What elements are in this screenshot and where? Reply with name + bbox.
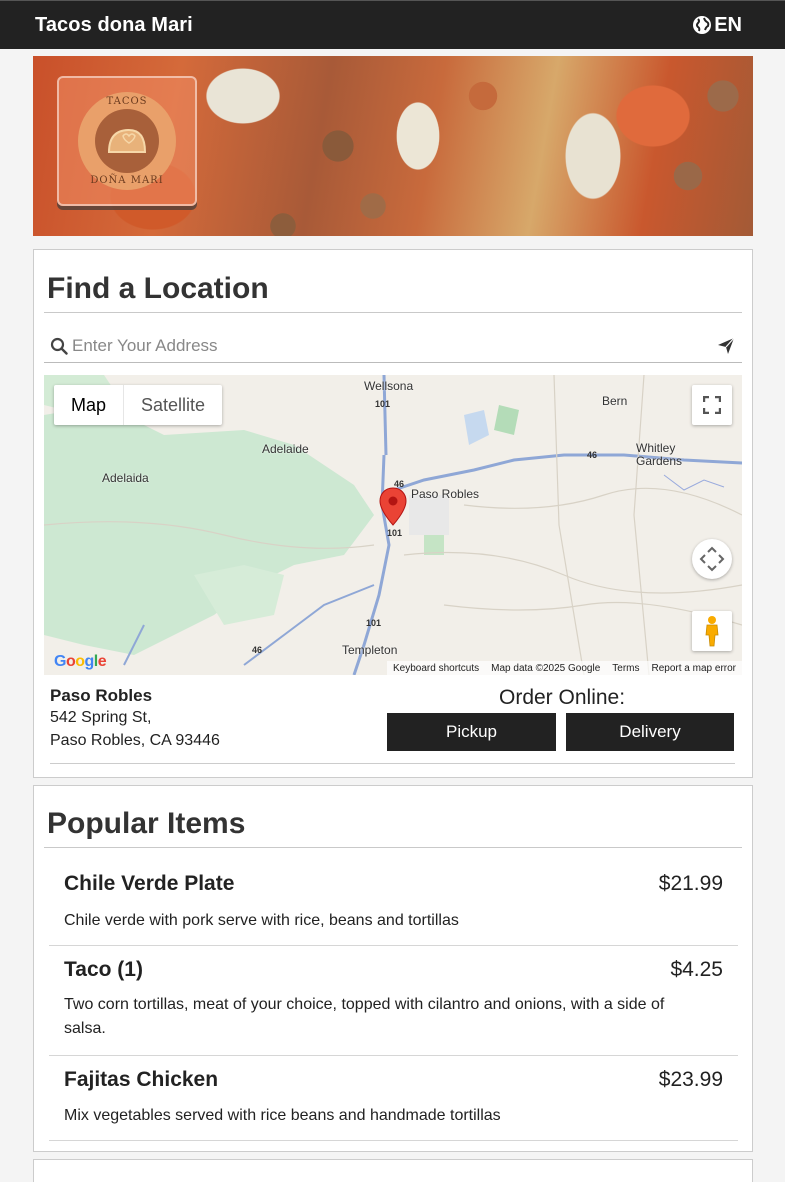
- menu-item-description: Mix vegetables served with rice beans an…: [64, 1107, 501, 1124]
- highway-shield: 101: [366, 618, 382, 628]
- map-attribution-bar: Keyboard shortcuts Map data ©2025 Google…: [386, 661, 742, 675]
- locate-button[interactable]: [714, 334, 738, 358]
- menu-item-description: Two corn tortillas, meat of your choice,…: [64, 996, 665, 1037]
- find-location-title: Find a Location: [47, 272, 269, 305]
- logo-bottom-text: DOÑA MARI: [90, 175, 164, 186]
- logo-badge: TACOS DOÑA MARI: [78, 92, 176, 190]
- find-location-panel: Find a Location Enter Your Address Wells…: [33, 249, 753, 778]
- menu-item-price: $4.25: [670, 958, 723, 981]
- highway-shield: 101: [375, 399, 391, 409]
- menu-item-name: Fajitas Chicken: [64, 1068, 219, 1091]
- map-data-text: Map data ©2025 Google: [491, 662, 601, 674]
- send-arrow-icon: [718, 337, 735, 354]
- map-place-label: Adelaide: [262, 442, 309, 456]
- address-line-2: Paso Robles, CA 93446: [50, 732, 220, 749]
- taco-heart-icon: [95, 109, 159, 173]
- popular-items-panel: Popular Items Chile Verde Plate $21.99 C…: [33, 785, 753, 1152]
- top-nav-bar: Tacos dona Mari EN: [0, 0, 785, 49]
- address-input[interactable]: [72, 335, 714, 356]
- logo-top-text: TACOS: [106, 96, 148, 107]
- title-divider: [44, 847, 742, 848]
- map-place-label: Whitley Gardens: [636, 441, 683, 468]
- menu-item-description: Chile verde with pork serve with rice, b…: [64, 912, 459, 929]
- address-search: [44, 329, 742, 363]
- location-divider: [50, 763, 735, 764]
- location-marker-icon[interactable]: [379, 487, 407, 527]
- pickup-button[interactable]: Pickup: [387, 713, 556, 751]
- location-name: Paso Robles: [50, 686, 153, 705]
- language-code: EN: [714, 13, 742, 36]
- menu-item[interactable]: Chile Verde Plate $21.99 Chile verde wit…: [49, 872, 738, 946]
- delivery-button[interactable]: Delivery: [566, 713, 734, 751]
- globe-icon: [693, 16, 712, 34]
- keyboard-shortcuts-link[interactable]: Keyboard shortcuts: [393, 663, 479, 674]
- map-place-label: Paso Robles: [411, 487, 480, 501]
- restaurant-logo: TACOS DOÑA MARI: [57, 76, 197, 206]
- popular-items-title: Popular Items: [47, 807, 246, 840]
- order-online-label: Order Online:: [499, 686, 626, 709]
- map-place-label: Bern: [602, 394, 628, 408]
- map-type-map-button[interactable]: Map: [54, 385, 123, 425]
- hero-banner: TACOS DOÑA MARI: [33, 56, 753, 236]
- next-section-panel: [33, 1159, 753, 1182]
- map-place-label: Templeton: [342, 643, 398, 657]
- location-map[interactable]: Wellsona Bern Adelaide Adelaida Paso Rob…: [44, 375, 742, 675]
- terms-link[interactable]: Terms: [612, 663, 639, 674]
- menu-item-name: Taco (1): [64, 958, 143, 981]
- menu-item[interactable]: Fajitas Chicken $23.99 Mix vegetables se…: [49, 1068, 738, 1141]
- menu-item-name: Chile Verde Plate: [64, 872, 235, 895]
- fullscreen-button[interactable]: [692, 385, 732, 425]
- map-type-control: Map Satellite: [54, 385, 223, 425]
- brand-name[interactable]: Tacos dona Mari: [35, 14, 193, 37]
- menu-item-price: $21.99: [658, 872, 723, 895]
- google-logo: Google: [54, 653, 107, 670]
- menu-item-price: $23.99: [658, 1068, 723, 1091]
- camera-control-button[interactable]: [692, 539, 732, 579]
- highway-shield: 46: [587, 450, 598, 460]
- map-place-label: Adelaida: [102, 471, 149, 485]
- move-arrows-icon: [699, 546, 725, 572]
- menu-item[interactable]: Taco (1) $4.25 Two corn tortillas, meat …: [49, 958, 738, 1056]
- report-map-error-link[interactable]: Report a map error: [652, 663, 736, 674]
- pegman-icon: [705, 616, 719, 647]
- map-type-satellite-button[interactable]: Satellite: [123, 385, 222, 425]
- fullscreen-icon: [703, 396, 721, 414]
- language-selector[interactable]: EN: [692, 14, 742, 37]
- title-divider: [44, 312, 742, 313]
- search-icon: [50, 337, 68, 355]
- highway-shield: 46: [252, 645, 263, 655]
- highway-shield: 101: [387, 528, 403, 538]
- street-view-pegman-button[interactable]: [692, 611, 732, 651]
- map-place-label: Wellsona: [364, 379, 414, 393]
- address-line-1: 542 Spring St,: [50, 709, 152, 726]
